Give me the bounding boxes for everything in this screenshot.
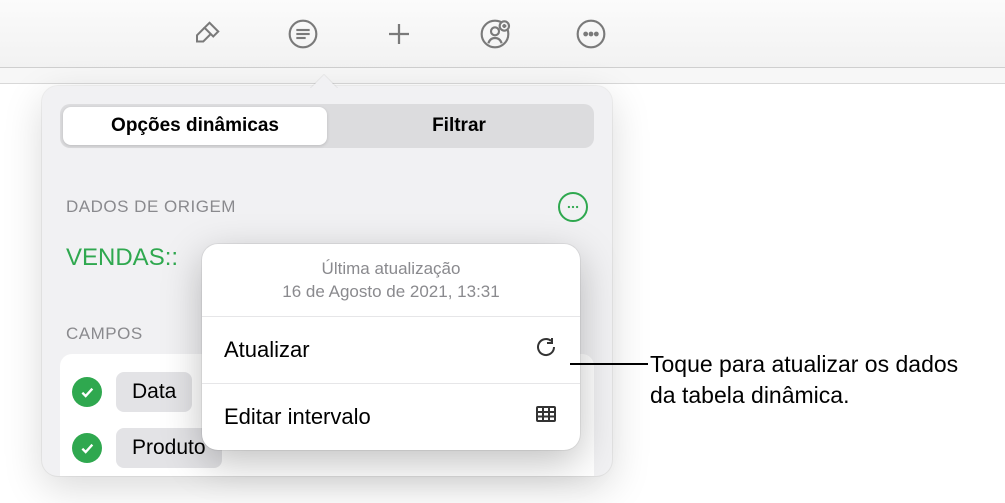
callout-connector [570, 363, 648, 365]
last-update-header: Última atualização 16 de Agosto de 2021,… [202, 244, 580, 317]
organize-menu-icon[interactable] [281, 12, 325, 56]
callout-text: Toque para atualizar os dados da tabela … [650, 349, 980, 411]
last-update-value: 16 de Agosto de 2021, 13:31 [212, 281, 570, 304]
refresh-label: Atualizar [224, 337, 310, 363]
checkmark-icon[interactable] [72, 433, 102, 463]
edit-range-label: Editar intervalo [224, 404, 371, 430]
source-section-label: DADOS DE ORIGEM [66, 197, 236, 217]
format-brush-icon[interactable] [185, 12, 229, 56]
field-chip[interactable]: Data [116, 372, 192, 412]
edit-range-item[interactable]: Editar intervalo [202, 384, 580, 450]
checkmark-icon[interactable] [72, 377, 102, 407]
collaborate-icon[interactable] [473, 12, 517, 56]
tab-filter[interactable]: Filtrar [327, 107, 591, 145]
source-data-popup: Última atualização 16 de Agosto de 2021,… [202, 244, 580, 450]
segmented-control: Opções dinâmicas Filtrar [60, 104, 594, 148]
panel-pointer [310, 74, 338, 88]
source-section-header: DADOS DE ORIGEM [60, 192, 594, 222]
last-update-label: Última atualização [212, 258, 570, 281]
top-toolbar [0, 0, 1005, 68]
refresh-icon [534, 335, 558, 365]
table-icon [534, 402, 558, 432]
ruler-bar [0, 68, 1005, 84]
source-more-button[interactable] [558, 192, 588, 222]
more-icon[interactable] [569, 12, 613, 56]
add-icon[interactable] [377, 12, 421, 56]
tab-dynamic-options[interactable]: Opções dinâmicas [63, 107, 327, 145]
refresh-item[interactable]: Atualizar [202, 317, 580, 384]
